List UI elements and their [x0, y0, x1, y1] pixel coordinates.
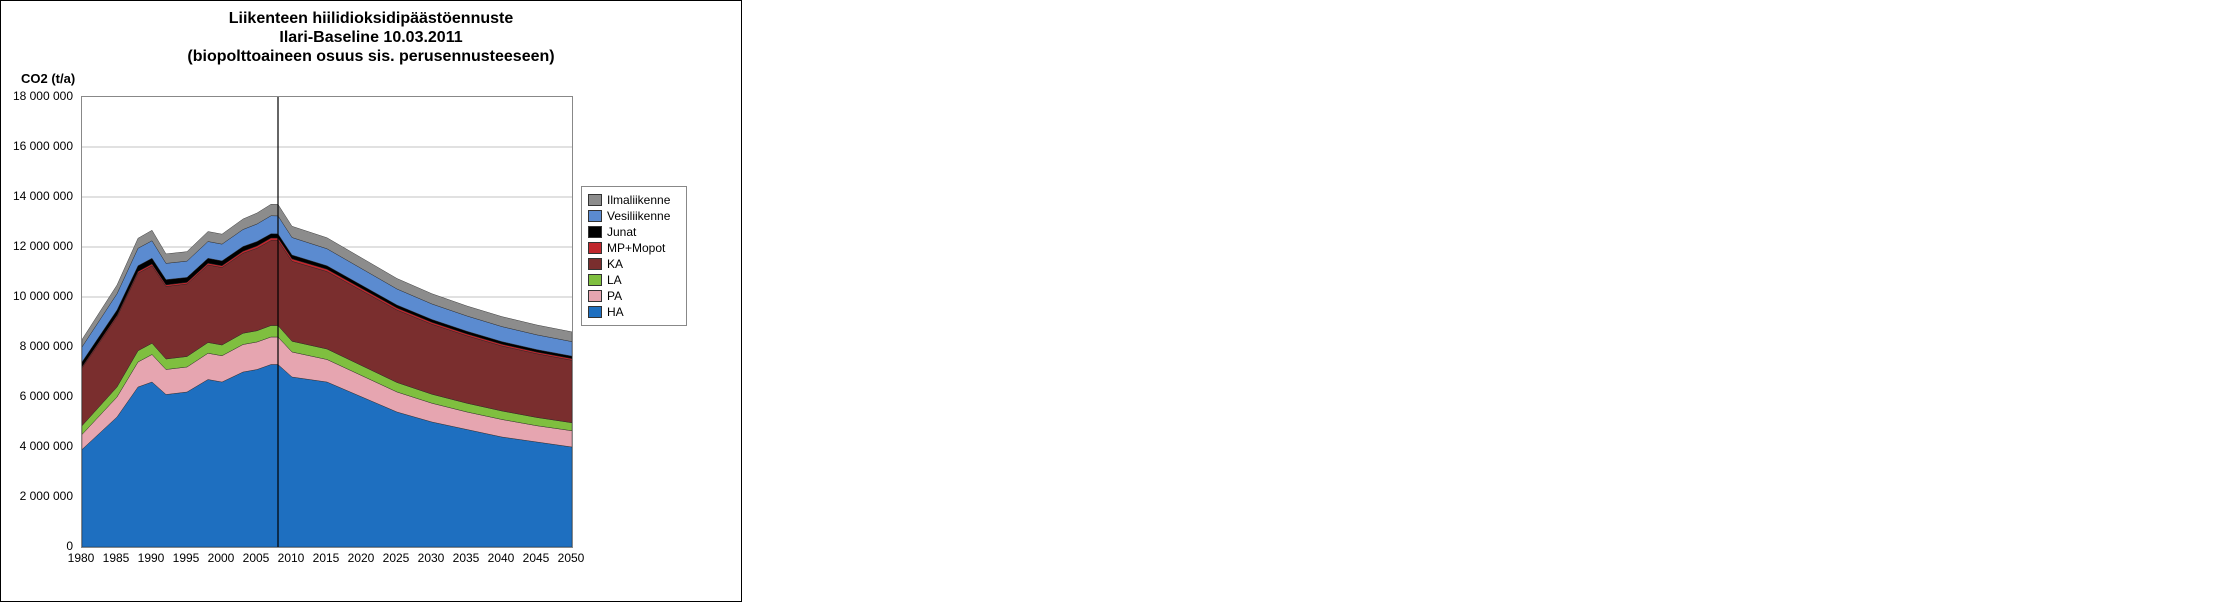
- legend-item: Junat: [588, 225, 680, 239]
- legend-item: PA: [588, 289, 680, 303]
- y-tick-label: 2 000 000: [3, 489, 73, 503]
- x-tick-label: 1980: [68, 551, 95, 565]
- legend-swatch: [588, 210, 602, 222]
- legend-swatch: [588, 258, 602, 270]
- legend-label: Ilmaliikenne: [607, 193, 670, 207]
- x-tick-label: 2005: [243, 551, 270, 565]
- y-tick-label: 0: [3, 539, 73, 553]
- legend-label: PA: [607, 289, 622, 303]
- y-tick-label: 8 000 000: [3, 339, 73, 353]
- legend-label: LA: [607, 273, 622, 287]
- plot-area: [81, 96, 573, 548]
- legend-label: Vesiliikenne: [607, 209, 670, 223]
- legend-item: HA: [588, 305, 680, 319]
- y-tick-label: 18 000 000: [3, 89, 73, 103]
- x-tick-label: 2010: [278, 551, 305, 565]
- x-tick-label: 2025: [383, 551, 410, 565]
- y-tick-label: 12 000 000: [3, 239, 73, 253]
- legend-item: Vesiliikenne: [588, 209, 680, 223]
- legend-label: Junat: [607, 225, 636, 239]
- x-tick-label: 1995: [173, 551, 200, 565]
- y-tick-label: 10 000 000: [3, 289, 73, 303]
- legend-swatch: [588, 290, 602, 302]
- x-tick-label: 2045: [523, 551, 550, 565]
- legend-label: MP+Mopot: [607, 241, 665, 255]
- legend-item: Ilmaliikenne: [588, 193, 680, 207]
- title-line-2: Ilari-Baseline 10.03.2011: [1, 28, 741, 47]
- x-tick-label: 2030: [418, 551, 445, 565]
- area-plot-svg: [82, 97, 572, 547]
- legend-swatch: [588, 194, 602, 206]
- title-line-1: Liikenteen hiilidioksidipäästöennuste: [1, 9, 741, 28]
- y-tick-label: 4 000 000: [3, 439, 73, 453]
- y-tick-label: 14 000 000: [3, 189, 73, 203]
- x-tick-label: 1985: [103, 551, 130, 565]
- x-tick-label: 2015: [313, 551, 340, 565]
- title-line-3: (biopolttoaineen osuus sis. perusennuste…: [1, 47, 741, 66]
- x-tick-label: 2050: [558, 551, 585, 565]
- legend: Ilmaliikenne Vesiliikenne Junat MP+Mopot KA L…: [581, 186, 687, 326]
- legend-item: LA: [588, 273, 680, 287]
- legend-swatch: [588, 226, 602, 238]
- chart-container: Liikenteen hiilidioksidipäästöennuste Il…: [0, 0, 742, 602]
- y-tick-label: 16 000 000: [3, 139, 73, 153]
- legend-swatch: [588, 306, 602, 318]
- legend-item: MP+Mopot: [588, 241, 680, 255]
- x-tick-label: 1990: [138, 551, 165, 565]
- legend-label: HA: [607, 305, 624, 319]
- x-tick-label: 2040: [488, 551, 515, 565]
- legend-swatch: [588, 242, 602, 254]
- chart-title: Liikenteen hiilidioksidipäästöennuste Il…: [1, 9, 741, 67]
- y-tick-label: 6 000 000: [3, 389, 73, 403]
- legend-swatch: [588, 274, 602, 286]
- legend-label: KA: [607, 257, 623, 271]
- x-tick-label: 2000: [208, 551, 235, 565]
- x-tick-label: 2035: [453, 551, 480, 565]
- x-tick-label: 2020: [348, 551, 375, 565]
- legend-item: KA: [588, 257, 680, 271]
- y-axis-label: CO2 (t/a): [21, 71, 75, 86]
